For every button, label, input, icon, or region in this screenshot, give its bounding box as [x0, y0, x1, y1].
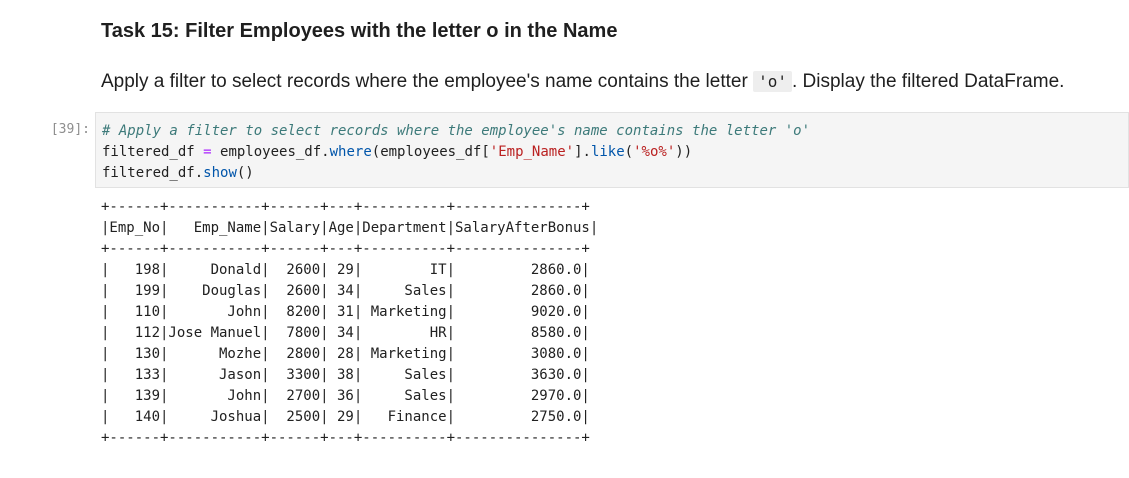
- code-cell-editor[interactable]: # Apply a filter to select records where…: [95, 112, 1129, 188]
- table-row: | 198| Donald| 2600| 29| IT| 2860.0|: [101, 262, 590, 278]
- table-row: | 112|Jose Manuel| 7800| 34| HR| 8580.0|: [101, 325, 590, 341]
- table-header: |Emp_No| Emp_Name|Salary|Age|Department|…: [101, 220, 599, 236]
- code-comment: # Apply a filter to select records where…: [102, 123, 811, 139]
- table-row: | 130| Mozhe| 2800| 28| Marketing| 3080.…: [101, 346, 590, 362]
- table-row: | 139| John| 2700| 36| Sales| 2970.0|: [101, 388, 590, 404]
- table-row: | 133| Jason| 3300| 38| Sales| 3630.0|: [101, 367, 590, 383]
- table-row: | 140| Joshua| 2500| 29| Finance| 2750.0…: [101, 409, 590, 425]
- table-border: +------+-----------+------+---+---------…: [101, 430, 590, 446]
- table-border: +------+-----------+------+---+---------…: [101, 199, 590, 215]
- table-border: +------+-----------+------+---+---------…: [101, 241, 590, 257]
- execution-count-prompt: [39]:: [50, 122, 90, 137]
- inline-code: 'o': [753, 71, 792, 92]
- table-row: | 110| John| 8200| 31| Marketing| 9020.0…: [101, 304, 590, 320]
- table-row: | 199| Douglas| 2600| 34| Sales| 2860.0|: [101, 283, 590, 299]
- code-source[interactable]: # Apply a filter to select records where…: [102, 121, 810, 184]
- cell-output: +------+-----------+------+---+---------…: [101, 197, 598, 449]
- task-description: Apply a filter to select records where t…: [101, 71, 1065, 92]
- task-title: Task 15: Filter Employees with the lette…: [101, 20, 618, 42]
- markdown-cell[interactable]: Task 15: Filter Employees with the lette…: [101, 14, 1121, 96]
